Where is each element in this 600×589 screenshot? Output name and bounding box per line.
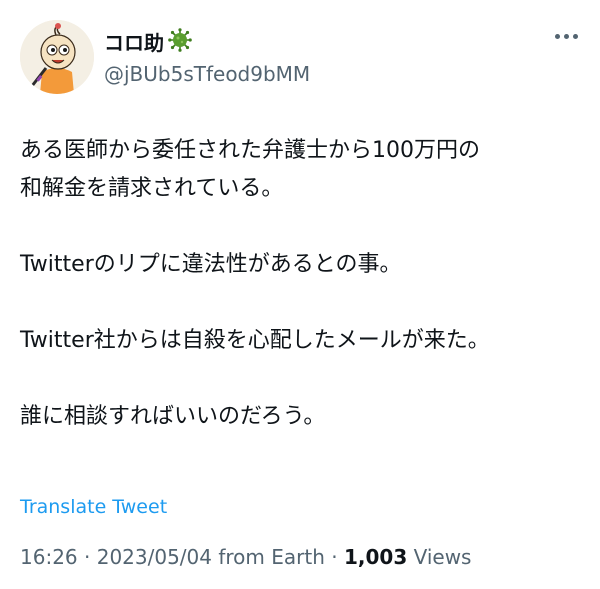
views-count[interactable]: 1,003: [344, 545, 407, 569]
virus-icon: [168, 28, 192, 57]
tweet-time[interactable]: 16:26: [20, 545, 78, 569]
display-name-text: コロ助: [104, 30, 164, 55]
tweet-line: ある医師から委任された弁護士から100万円の: [20, 138, 480, 163]
meta-separator: ·: [324, 545, 344, 569]
avatar[interactable]: [20, 20, 94, 94]
tweet-text: ある医師から委任された弁護士から100万円の 和解金を請求されている。 Twitt…: [20, 132, 580, 474]
tweet-line: 誰に相談すればいいのだろう。: [20, 404, 326, 429]
meta-separator: ·: [77, 545, 97, 569]
tweet-paragraph: ある医師から委任された弁護士から100万円の 和解金を請求されている。: [20, 132, 580, 208]
author-display-name[interactable]: コロ助: [104, 28, 192, 57]
tweet-line: 和解金を請求されている。: [20, 176, 284, 201]
tweet-paragraph: 誰に相談すればいいのだろう。: [20, 398, 580, 436]
avatar-image: [20, 20, 94, 94]
author-handle[interactable]: @jBUb5sTfeod9bMM: [104, 62, 310, 86]
more-options-icon[interactable]: [555, 34, 578, 39]
tweet-paragraph: Twitterのリプに違法性があるとの事。: [20, 246, 580, 284]
translate-tweet-link[interactable]: Translate Tweet: [20, 494, 167, 520]
tweet-source: from Earth: [212, 545, 325, 569]
tweet-metadata: 16:26 · 2023/05/04 from Earth · 1,003 Vi…: [20, 543, 471, 571]
tweet-line: Twitterのリプに違法性があるとの事。: [20, 252, 402, 277]
tweet-paragraph: Twitter社からは自殺を心配したメールが来た。: [20, 322, 580, 360]
tweet-date[interactable]: 2023/05/04: [97, 545, 212, 569]
tweet-line: Twitter社からは自殺を心配したメールが来た。: [20, 328, 490, 353]
views-label: Views: [407, 545, 472, 569]
